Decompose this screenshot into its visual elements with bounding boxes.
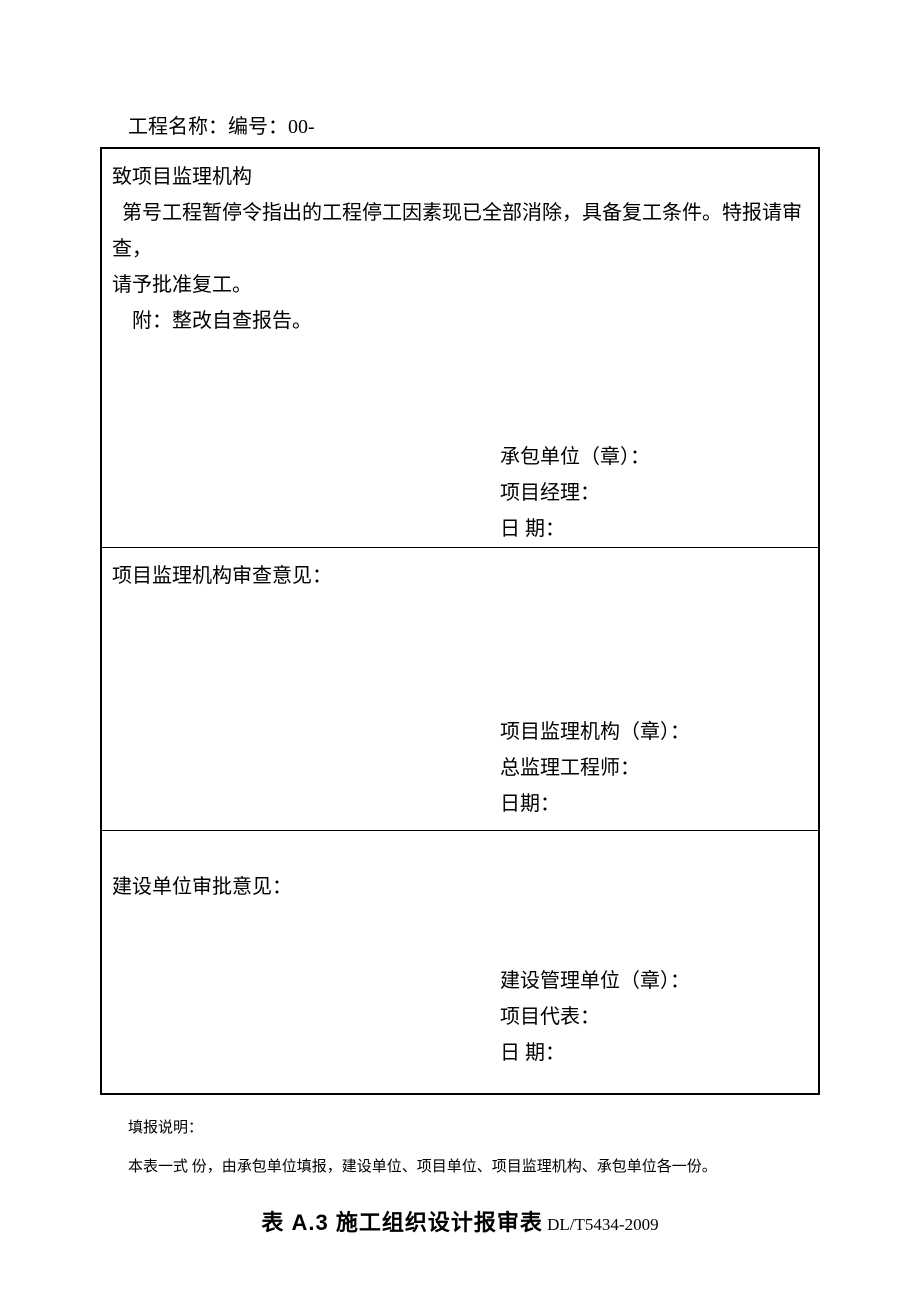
project-representative: 项目代表： [500, 999, 690, 1035]
form-table: 致项目监理机构 第号工程暂停令指出的工程停工因素现已全部消除，具备复工条件。特报… [100, 147, 820, 1095]
to-supervisor: 致项目监理机构 [112, 159, 808, 195]
page-container: 工程名称：编号：00- 致项目监理机构 第号工程暂停令指出的工程停工因素现已全部… [0, 0, 920, 1297]
contractor-unit-seal: 承包单位（章）： [500, 439, 650, 475]
notes-body: 本表一式 份，由承包单位填报，建设单位、项目单位、项目监理机构、承包单位各一份。 [128, 1148, 820, 1187]
supervisor-unit-seal: 项目监理机构（章）： [500, 714, 690, 750]
section-contractor-report: 致项目监理机构 第号工程暂停令指出的工程停工因素现已全部消除，具备复工条件。特报… [102, 149, 818, 547]
notes-title: 填报说明： [128, 1109, 820, 1148]
contractor-signature-block: 承包单位（章）： 项目经理： 日 期： [500, 439, 650, 547]
standard-code: DL/T5434-2009 [543, 1215, 659, 1234]
owner-approval-title: 建设单位审批意见： [112, 869, 808, 905]
owner-signature-block: 建设管理单位（章）： 项目代表： 日 期： [500, 963, 690, 1071]
owner-unit-seal: 建设管理单位（章）： [500, 963, 690, 999]
body-line-1: 第号工程暂停令指出的工程停工因素现已全部消除，具备复工条件。特报请审查， [112, 195, 808, 267]
owner-date: 日 期： [500, 1035, 690, 1071]
project-manager: 项目经理： [500, 475, 650, 511]
section-supervisor-review: 项目监理机构审查意见： 项目监理机构（章）： 总监理工程师： 日期： [102, 548, 818, 830]
contractor-date: 日 期： [500, 511, 650, 547]
project-label: 工程名称：编号：00- [128, 116, 315, 138]
section-owner-approval: 建设单位审批意见： 建设管理单位（章）： 项目代表： 日 期： [102, 831, 818, 1093]
supervisor-signature-block: 项目监理机构（章）： 总监理工程师： 日期： [500, 714, 690, 822]
filing-notes: 填报说明： 本表一式 份，由承包单位填报，建设单位、项目单位、项目监理机构、承包… [100, 1109, 820, 1187]
next-form-title: 表 A.3 施工组织设计报审表 DL/T5434-2009 [100, 1205, 820, 1237]
chief-engineer: 总监理工程师： [500, 750, 690, 786]
project-header: 工程名称：编号：00- [100, 110, 820, 139]
attachment-line: 附：整改自查报告。 [112, 303, 808, 339]
supervisor-date: 日期： [500, 786, 690, 822]
supervisor-review-title: 项目监理机构审查意见： [112, 558, 808, 594]
body-line-2: 请予批准复工。 [112, 267, 808, 303]
form-a3-title: 表 A.3 施工组织设计报审表 [261, 1210, 542, 1235]
